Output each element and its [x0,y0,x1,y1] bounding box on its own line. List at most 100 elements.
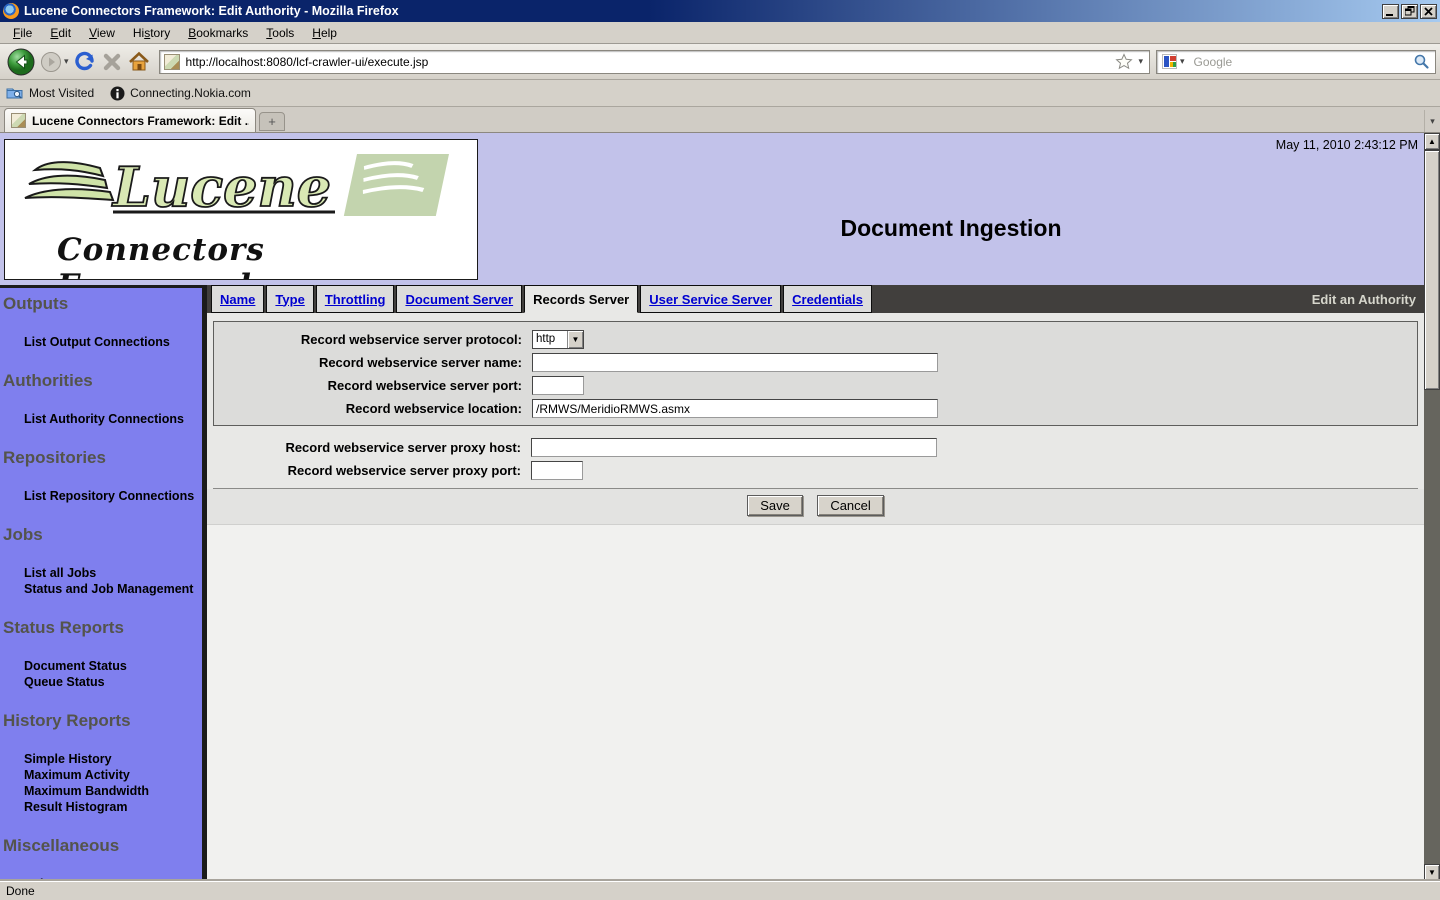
forward-button[interactable] [40,51,62,73]
firefox-icon [3,3,19,19]
site-favicon [164,54,180,70]
bookmark-nokia[interactable]: Connecting.Nokia.com [110,86,251,101]
browser-window: Lucene Connectors Framework: Edit Author… [0,0,1440,900]
list-all-tabs-button[interactable]: ▾ [1424,110,1440,132]
menu-bar: File Edit View History Bookmarks Tools H… [0,22,1440,44]
proxy-port-label: Record webservice server proxy port: [213,463,531,478]
sidebar-section-outputs: Outputs [0,288,202,313]
page-content: Lucene Connec [0,133,1424,881]
sidebar-section-history-reports: History Reports [0,690,202,730]
scroll-down-icon[interactable]: ▼ [1424,864,1440,881]
sidebar-item-maximum-activity[interactable]: Maximum Activity [24,767,202,783]
sidebar-section-status-reports: Status Reports [0,597,202,637]
close-button[interactable] [1420,4,1437,19]
lucene-logo-script: Lucene [5,140,477,232]
search-magnifier-icon[interactable] [1413,53,1430,70]
save-button[interactable]: Save [747,495,803,516]
sidebar-item-list-all-jobs[interactable]: List all Jobs [24,565,202,581]
server-name-input[interactable] [532,353,938,372]
sidebar-item-list-repository-connections[interactable]: List Repository Connections [24,488,202,504]
menu-history[interactable]: History [124,24,179,42]
new-tab-button[interactable]: + [259,112,285,131]
tab-document-server[interactable]: Document Server [396,285,522,313]
tab-user-service-server[interactable]: User Service Server [640,285,781,313]
sidebar-item-status-job-management[interactable]: Status and Job Management [24,581,202,597]
sidebar-item-simple-history[interactable]: Simple History [24,751,202,767]
vertical-scrollbar[interactable]: ▲ ▼ [1424,133,1440,881]
edit-authority-label: Edit an Authority [1312,292,1424,307]
sidebar-section-authorities: Authorities [0,350,202,390]
sidebar-item-list-authority-connections[interactable]: List Authority Connections [24,411,202,427]
url-text[interactable]: http://localhost:8080/lcf-crawler-ui/exe… [186,55,1116,69]
tab-name[interactable]: Name [211,285,264,313]
bookmark-star-icon[interactable] [1115,53,1133,71]
main-panel: Name Type Throttling Document Server Rec… [207,285,1424,881]
location-input[interactable] [532,399,938,418]
records-server-form: Record webservice server protocol: http … [207,313,1424,489]
menu-view[interactable]: View [80,24,124,42]
server-port-input[interactable] [532,376,584,395]
search-box[interactable]: ▾ Google [1156,50,1436,74]
bookmarks-toolbar: Most Visited Connecting.Nokia.com [0,80,1440,107]
page-header-band: Lucene Connec [0,133,1424,285]
window-titlebar: Lucene Connectors Framework: Edit Author… [0,0,1440,22]
page-body: Outputs List Output Connections Authorit… [0,285,1424,881]
proxy-host-input[interactable] [531,438,937,457]
urlbar-dropdown-caret[interactable]: ▾ [1138,56,1143,67]
page-timestamp: May 11, 2010 2:43:12 PM [1276,138,1418,152]
server-port-label: Record webservice server port: [214,378,532,393]
restore-button[interactable] [1401,4,1418,19]
tab-throttling[interactable]: Throttling [316,285,395,313]
tab-type[interactable]: Type [266,285,313,313]
sidebar-item-document-status[interactable]: Document Status [24,658,202,674]
server-name-label: Record webservice server name: [214,355,532,370]
menu-file[interactable]: File [4,24,41,42]
menu-edit[interactable]: Edit [41,24,80,42]
scroll-up-icon[interactable]: ▲ [1424,133,1440,150]
empty-page-area [207,525,1424,881]
bookmark-label: Connecting.Nokia.com [130,86,251,100]
scrollbar-thumb[interactable] [1424,150,1440,390]
window-title: Lucene Connectors Framework: Edit Author… [24,4,399,18]
reload-button[interactable] [73,50,97,74]
form-tab-bar: Name Type Throttling Document Server Rec… [207,285,1424,313]
status-text: Done [6,884,35,898]
menu-tools[interactable]: Tools [257,24,303,42]
location-label: Record webservice location: [214,401,532,416]
tab-credentials[interactable]: Credentials [783,285,872,313]
back-history-caret[interactable]: ▾ [64,56,69,67]
proxy-host-label: Record webservice server proxy host: [213,440,531,455]
sidebar-navigation: Outputs List Output Connections Authorit… [0,285,207,881]
search-input[interactable]: Google [1194,55,1413,69]
menu-help[interactable]: Help [303,24,346,42]
sidebar-item-list-output-connections[interactable]: List Output Connections [24,334,202,350]
back-button[interactable] [6,47,36,77]
cancel-button[interactable]: Cancel [817,495,883,516]
server-settings-group: Record webservice server protocol: http … [213,321,1418,426]
tab-title: Lucene Connectors Framework: Edit ... [32,114,249,128]
select-dropdown-icon[interactable]: ▼ [567,331,583,348]
minimize-button[interactable] [1382,4,1399,19]
stop-button[interactable] [101,51,123,73]
proxy-port-input[interactable] [531,461,583,480]
search-engine-caret[interactable]: ▾ [1180,56,1185,67]
sidebar-section-repositories: Repositories [0,427,202,467]
menu-bookmarks[interactable]: Bookmarks [179,24,257,42]
navigation-toolbar: ▾ http://localhost:8080/lcf-crawler-ui/e… [0,44,1440,80]
sidebar-item-queue-status[interactable]: Queue Status [24,674,202,690]
sidebar-item-result-histogram[interactable]: Result Histogram [24,799,202,815]
browser-tab-strip: Lucene Connectors Framework: Edit ... + … [0,107,1440,133]
home-button[interactable] [127,50,151,74]
browser-viewport: Lucene Connec [0,133,1440,881]
protocol-selected-value: http [533,331,567,348]
bookmark-most-visited[interactable]: Most Visited [6,86,94,100]
form-actions: Save Cancel [207,489,1424,525]
tab-favicon [11,113,26,128]
tab-records-server[interactable]: Records Server [524,285,638,313]
scrollbar-track[interactable] [1424,390,1440,864]
sidebar-item-maximum-bandwidth[interactable]: Maximum Bandwidth [24,783,202,799]
protocol-select[interactable]: http ▼ [532,330,584,349]
active-browser-tab[interactable]: Lucene Connectors Framework: Edit ... [4,108,256,132]
url-bar[interactable]: http://localhost:8080/lcf-crawler-ui/exe… [159,50,1150,74]
info-icon [110,86,125,101]
